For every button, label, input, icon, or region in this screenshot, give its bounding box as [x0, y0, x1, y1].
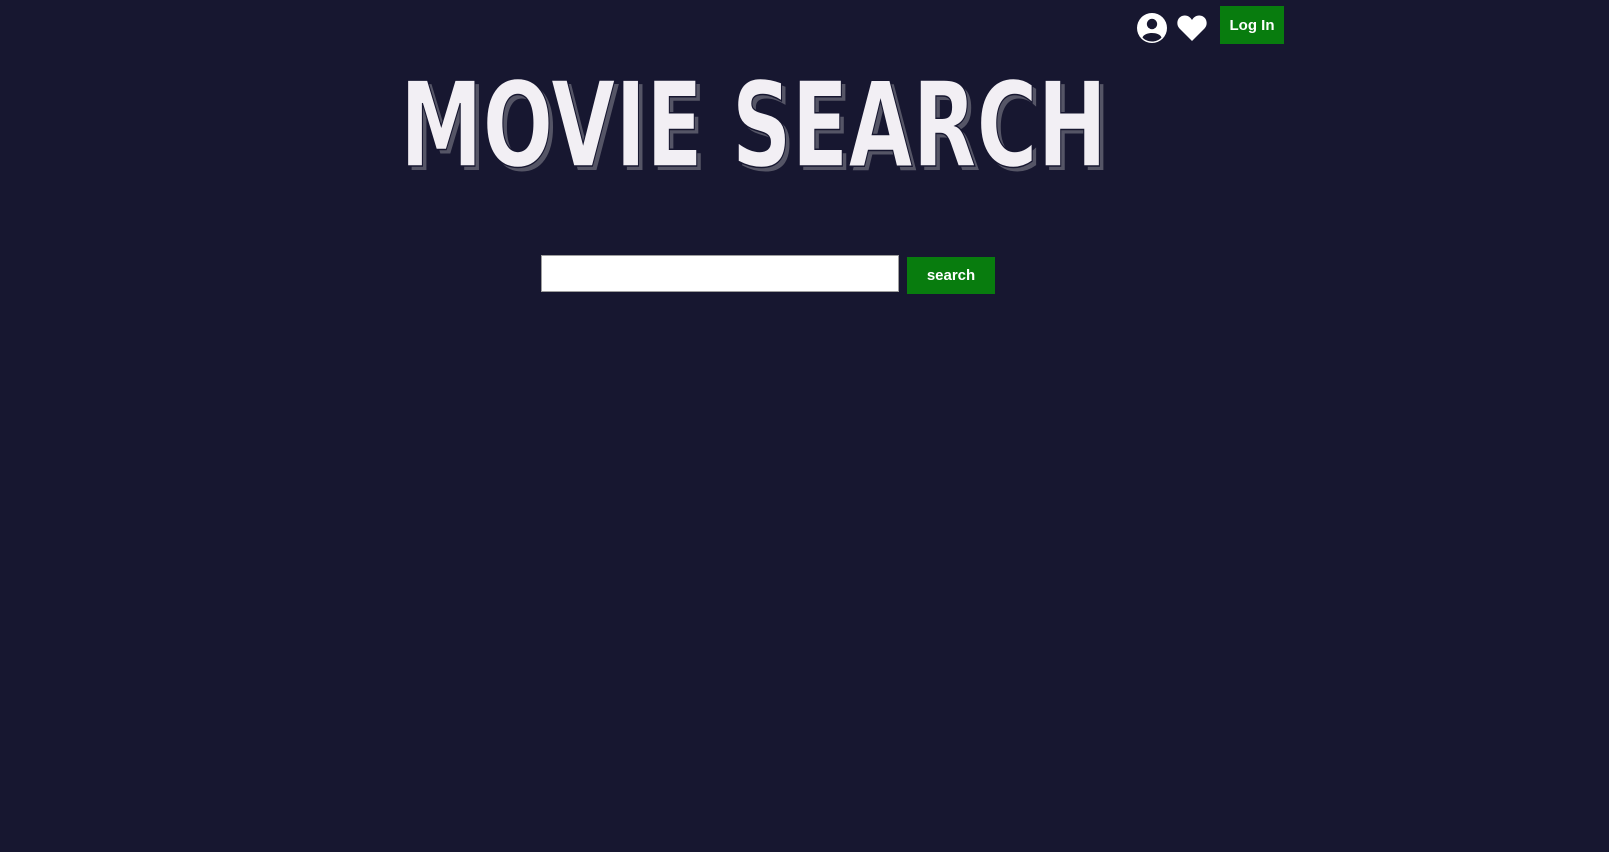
search-button[interactable]: search [907, 257, 995, 294]
logo: MOVIE SEARCH MOVIE SEARCH [399, 55, 1117, 198]
heart-icon[interactable] [1168, 7, 1208, 43]
user-icon[interactable] [1136, 6, 1168, 44]
login-button[interactable]: Log In [1220, 6, 1284, 44]
page: Log In MOVIE SEARCH MOVIE SEARCH search [0, 0, 1609, 852]
search-input[interactable] [541, 255, 899, 292]
logo-text: MOVIE SEARCH [400, 66, 1107, 180]
search-form: search [541, 255, 995, 294]
top-nav: Log In [1136, 6, 1284, 44]
